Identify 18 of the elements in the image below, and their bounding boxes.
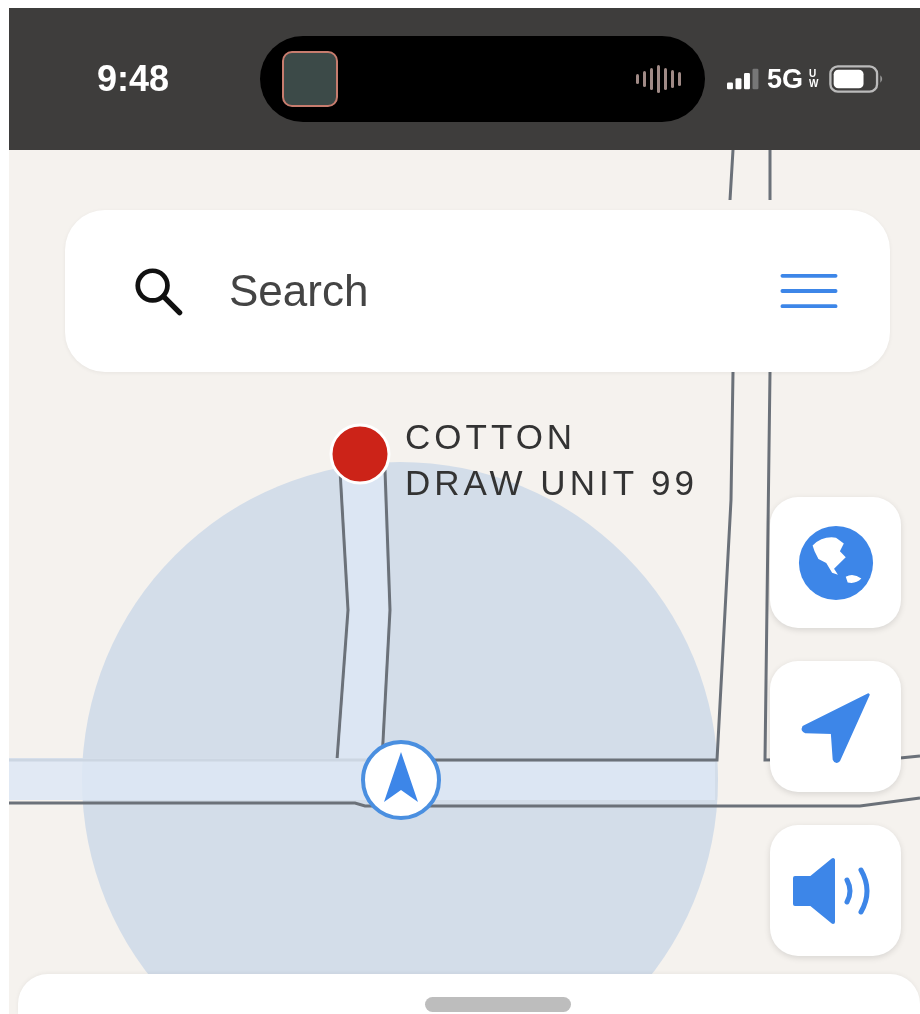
search-field[interactable]: Search [227,265,738,317]
bottom-sheet[interactable] [18,974,920,1014]
network-type: 5G [767,63,804,95]
menu-icon[interactable] [780,272,838,310]
map-view[interactable]: COTTON DRAW UNIT 99 Search [9,150,920,1014]
place-label[interactable]: COTTON DRAW UNIT 99 [405,414,705,506]
status-time: 9:48 [97,58,171,100]
waveform-icon [635,64,683,94]
network-subtype: UW [809,69,820,89]
globe-icon [796,523,875,602]
album-art-placeholder [282,51,338,107]
location-pin[interactable] [329,423,391,485]
sheet-handle[interactable] [425,997,571,1012]
locate-button[interactable] [770,661,901,792]
user-location-icon[interactable] [361,740,441,820]
signal-icon [727,68,761,90]
sound-button[interactable] [770,825,901,956]
globe-button[interactable] [770,497,901,628]
